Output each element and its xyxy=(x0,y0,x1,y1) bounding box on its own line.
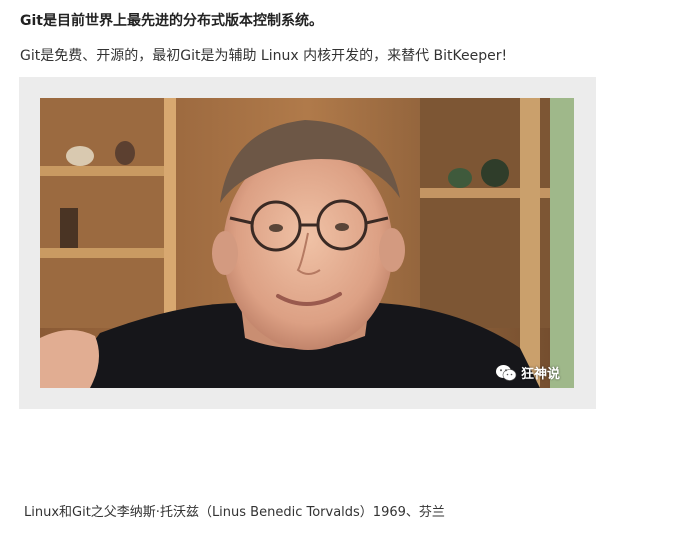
photo-caption: Linux和Git之父李纳斯·托沃兹（Linus Benedic Torvald… xyxy=(24,505,445,520)
intro-paragraph: Git是免费、开源的，最初Git是为辅助 Linux 内核开发的，来替代 Bit… xyxy=(20,48,508,64)
photo-frame: 狂神说 xyxy=(19,77,596,409)
watermark: 狂神说 xyxy=(495,363,560,382)
wechat-icon xyxy=(495,364,517,381)
article-heading: Git是目前世界上最先进的分布式版本控制系统。 xyxy=(20,13,323,29)
watermark-text: 狂神说 xyxy=(520,367,560,382)
portrait-photo: 狂神说 xyxy=(40,98,574,388)
